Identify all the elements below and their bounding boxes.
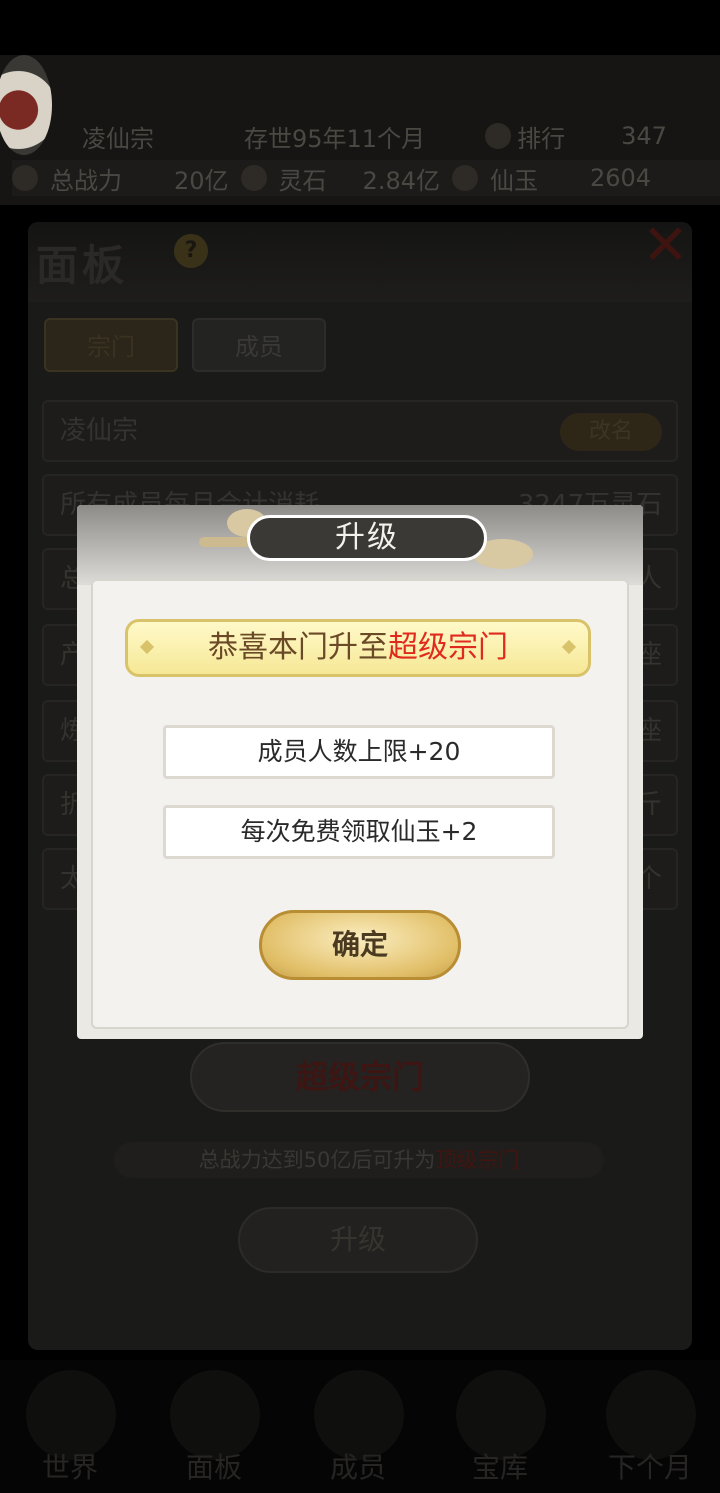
dialog-title: 升级 <box>247 515 487 561</box>
congrats-level: 超级宗门 <box>388 630 508 665</box>
diamond-icon <box>561 639 577 655</box>
reward-item: 成员人数上限+20 <box>163 725 555 779</box>
confirm-button[interactable]: 确定 <box>259 910 461 980</box>
reward-item: 每次免费领取仙玉+2 <box>163 805 555 859</box>
congrats-banner: 恭喜本门升至超级宗门 <box>125 619 591 677</box>
dialog-header: 升级 <box>77 505 643 585</box>
congrats-text: 恭喜本门升至 <box>208 630 388 665</box>
diamond-icon <box>139 639 155 655</box>
upgrade-dialog: 升级 恭喜本门升至超级宗门 成员人数上限+20 每次免费领取仙玉+2 确定 <box>77 505 643 1039</box>
